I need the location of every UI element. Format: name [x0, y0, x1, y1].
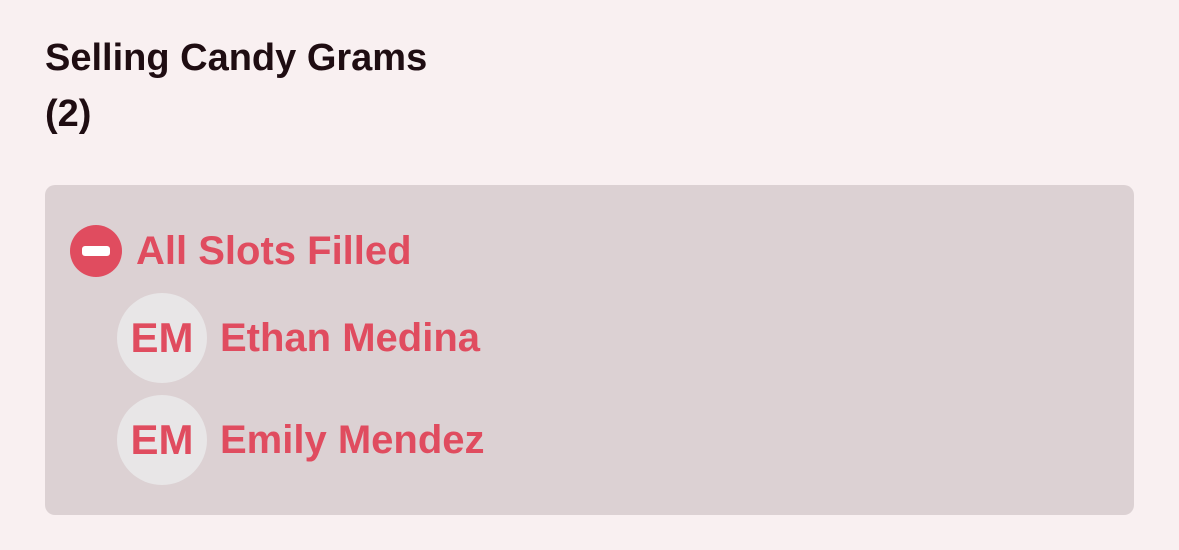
page-title: Selling Candy Grams: [45, 37, 428, 79]
volunteer-item[interactable]: EM Ethan Medina: [117, 293, 480, 383]
slot-status-label: All Slots Filled: [136, 228, 412, 273]
minus-circle-icon: [70, 225, 122, 277]
slot-card: All Slots Filled EM Ethan Medina EM Emil…: [45, 185, 1134, 515]
avatar: EM: [117, 395, 207, 485]
volunteer-count: (2): [45, 93, 92, 135]
avatar: EM: [117, 293, 207, 383]
slot-status-row: All Slots Filled: [70, 225, 412, 277]
volunteer-item[interactable]: EM Emily Mendez: [117, 395, 485, 485]
volunteer-name: Ethan Medina: [220, 315, 481, 360]
volunteer-name: Emily Mendez: [220, 417, 485, 462]
page-header: Selling Candy Grams (2): [45, 30, 427, 142]
